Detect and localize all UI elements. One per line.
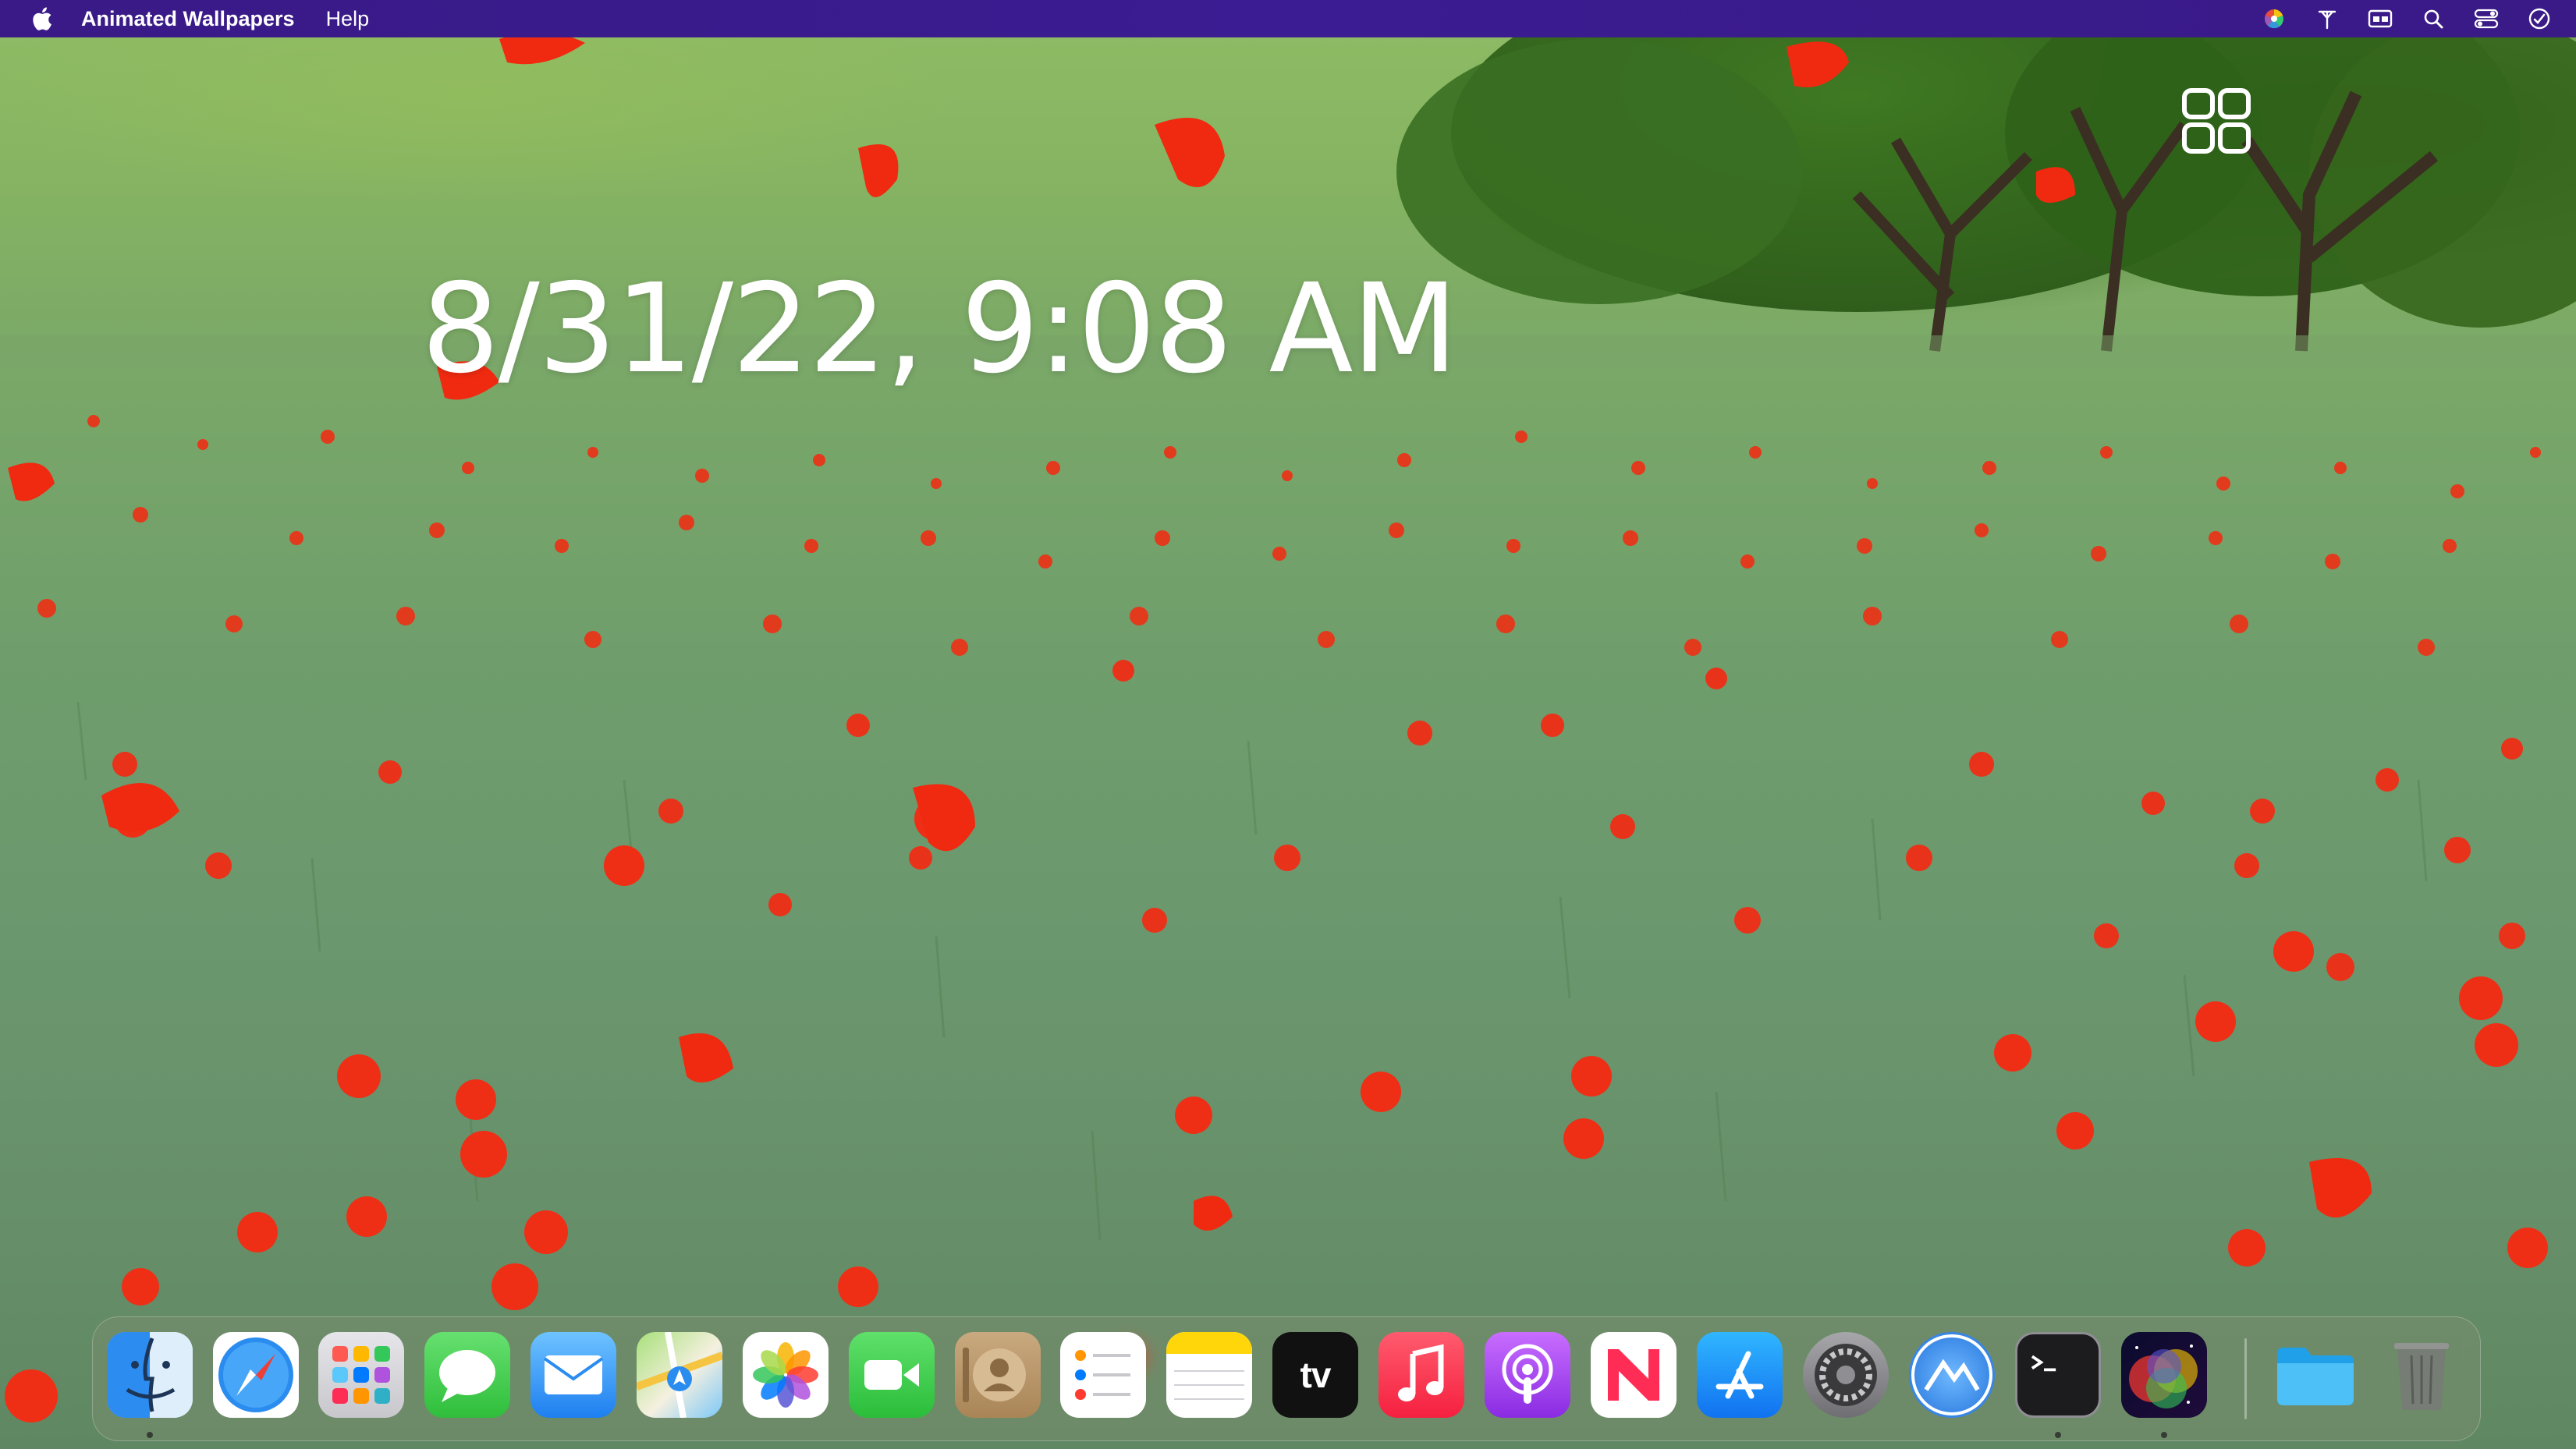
mountain-icon[interactable]: [1909, 1332, 1995, 1418]
window-icon[interactable]: [2367, 7, 2393, 30]
menu-help[interactable]: Help: [326, 7, 370, 31]
status-menus: [2261, 0, 2553, 37]
app-menu-name[interactable]: Animated Wallpapers: [81, 7, 295, 31]
finder-icon[interactable]: [107, 1332, 193, 1418]
tv-icon[interactable]: tv: [1272, 1332, 1358, 1418]
pin-icon[interactable]: [2314, 7, 2340, 30]
search-icon[interactable]: [2420, 7, 2446, 30]
mail-icon[interactable]: [530, 1332, 616, 1418]
running-indicator: [2055, 1432, 2061, 1438]
animated-wallpapers-icon[interactable]: [2121, 1332, 2207, 1418]
dock-separator: [2244, 1338, 2247, 1419]
desktop-wallpaper: [0, 0, 2576, 1449]
podcasts-icon[interactable]: [1485, 1332, 1570, 1418]
poppy-field-illustration: [0, 0, 2576, 1422]
control-center-icon[interactable]: [2473, 7, 2500, 30]
app-store-icon[interactable]: [1697, 1332, 1783, 1418]
desktop-clock: 8/31/22, 9:08 AM: [421, 257, 1458, 401]
safari-icon[interactable]: [213, 1332, 299, 1418]
reminders-icon[interactable]: [1060, 1332, 1146, 1418]
trash-icon[interactable]: [2379, 1332, 2464, 1418]
news-icon[interactable]: [1591, 1332, 1677, 1418]
maps-icon[interactable]: [637, 1332, 722, 1418]
music-icon[interactable]: [1378, 1332, 1464, 1418]
system-preferences-icon[interactable]: [1803, 1332, 1889, 1418]
facetime-icon[interactable]: [849, 1332, 935, 1418]
contacts-icon[interactable]: [955, 1332, 1041, 1418]
menu-bar: Animated Wallpapers Help: [0, 0, 2576, 37]
color-wheel-icon[interactable]: [2261, 7, 2287, 30]
grid-icon[interactable]: [2181, 87, 2251, 154]
running-indicator: [147, 1432, 153, 1438]
clock-icon[interactable]: [2526, 7, 2553, 30]
photos-icon[interactable]: [743, 1332, 829, 1418]
apple-icon[interactable]: [30, 5, 53, 32]
launchpad-icon[interactable]: [318, 1332, 404, 1418]
tv-label: tv: [1300, 1355, 1332, 1395]
terminal-icon[interactable]: [2015, 1332, 2101, 1418]
messages-icon[interactable]: [424, 1332, 510, 1418]
notes-icon[interactable]: [1166, 1332, 1252, 1418]
folder-icon[interactable]: [2273, 1332, 2358, 1418]
running-indicator: [2161, 1432, 2167, 1438]
